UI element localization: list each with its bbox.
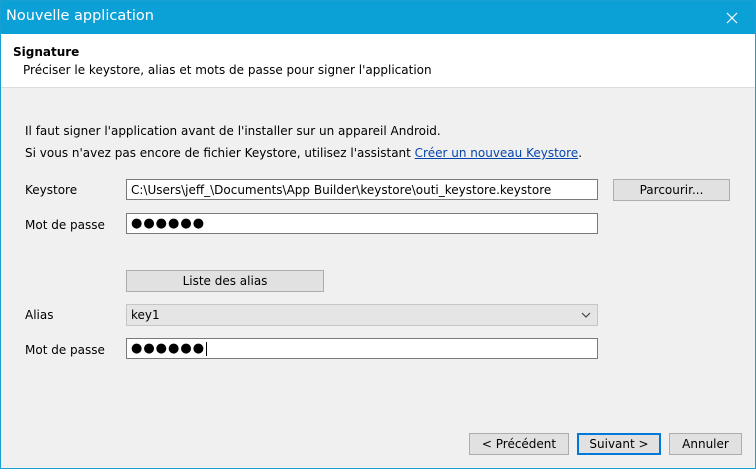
close-icon xyxy=(726,12,738,23)
alias-label: Alias xyxy=(25,308,54,322)
info-suffix: . xyxy=(578,146,583,160)
text-caret xyxy=(206,341,208,356)
alias-password-value: ●●●●●● xyxy=(131,341,206,356)
alias-selected-value: key1 xyxy=(131,308,160,322)
page-subtitle: Préciser le keystore, alias et mots de p… xyxy=(23,63,432,77)
window-title: Nouvelle application xyxy=(6,8,154,24)
cancel-button[interactable]: Annuler xyxy=(669,433,742,455)
keystore-password-input[interactable]: ●●●●●● xyxy=(126,213,598,234)
dialog-window: Nouvelle application Signature Préciser … xyxy=(0,0,756,469)
create-keystore-link[interactable]: Créer un nouveau Keystore xyxy=(415,146,579,160)
chevron-down-icon xyxy=(581,312,591,318)
info-text-assistant: Si vous n'avez pas encore de fichier Key… xyxy=(25,146,582,160)
previous-button[interactable]: < Précédent xyxy=(469,433,569,455)
info-text: Il faut signer l'application avant de l'… xyxy=(25,124,441,138)
keystore-path-input[interactable]: C:\Users\jeff_\Documents\App Builder\key… xyxy=(126,179,598,200)
next-button[interactable]: Suivant > xyxy=(577,433,661,455)
info-prefix: Si vous n'avez pas encore de fichier Key… xyxy=(25,146,415,160)
page-title: Signature xyxy=(13,45,80,59)
browse-button[interactable]: Parcourir... xyxy=(613,179,730,201)
alias-password-input[interactable]: ●●●●●● xyxy=(126,338,598,359)
keystore-label: Keystore xyxy=(25,183,78,197)
keystore-password-label: Mot de passe xyxy=(25,218,105,232)
alias-list-button[interactable]: Liste des alias xyxy=(126,270,324,292)
close-button[interactable] xyxy=(709,1,755,34)
title-bar: Nouvelle application xyxy=(1,1,755,34)
alias-select[interactable]: key1 xyxy=(126,304,598,326)
wizard-header: Signature Préciser le keystore, alias et… xyxy=(1,34,755,88)
alias-password-label: Mot de passe xyxy=(25,343,105,357)
